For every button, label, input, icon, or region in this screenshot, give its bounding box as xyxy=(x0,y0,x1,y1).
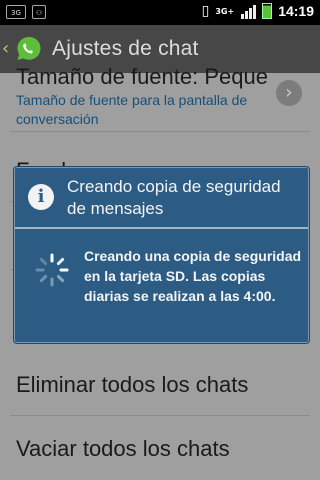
dialog-message: Creando una copia de seguridad en la tar… xyxy=(84,248,302,304)
notification-3g-icon: 3G xyxy=(6,5,26,19)
setting-clear-all-chats-title: Vaciar todos los chats xyxy=(16,436,230,461)
clock: 14:19 xyxy=(278,3,314,19)
status-bar: 3G ⚇ ▯ 3G+ 14:19 xyxy=(0,0,320,25)
loading-spinner-icon xyxy=(35,253,69,287)
signal-icon xyxy=(241,5,257,19)
battery-icon xyxy=(262,3,273,19)
setting-font-size-subtitle: Tamaño de fuente para la pantalla de con… xyxy=(16,92,248,127)
setting-delete-all-chats-title: Eliminar todos los chats xyxy=(16,372,249,397)
network-type: 3G+ xyxy=(215,6,235,16)
dialog-header: i Creando copia de seguridad de mensajes xyxy=(15,168,308,227)
status-left: 3G ⚇ xyxy=(6,5,46,19)
setting-font-size[interactable]: Tamaño de fuente: Peque Tamaño de fuente… xyxy=(0,64,320,139)
vibrate-icon: ▯ xyxy=(201,3,210,19)
setting-delete-all-chats[interactable]: Eliminar todos los chats xyxy=(0,351,320,411)
backup-progress-dialog: i Creando copia de seguridad de mensajes… xyxy=(14,167,309,343)
usb-icon: ⚇ xyxy=(32,5,46,19)
setting-font-size-title: Tamaño de fuente: Peque xyxy=(16,64,268,89)
screen-title: Ajustes de chat xyxy=(52,37,199,60)
dialog-separator xyxy=(15,227,308,229)
status-right: ▯ 3G+ 14:19 xyxy=(202,3,314,19)
setting-clear-all-chats[interactable]: Vaciar todos los chats xyxy=(0,416,320,480)
whatsapp-logo-icon[interactable] xyxy=(14,34,44,64)
back-chevron-icon[interactable]: ‹ xyxy=(2,25,12,73)
info-icon: i xyxy=(28,184,54,210)
chevron-right-icon[interactable]: › xyxy=(276,80,302,106)
dialog-title: Creando copia de seguridad de mensajes xyxy=(67,177,281,218)
